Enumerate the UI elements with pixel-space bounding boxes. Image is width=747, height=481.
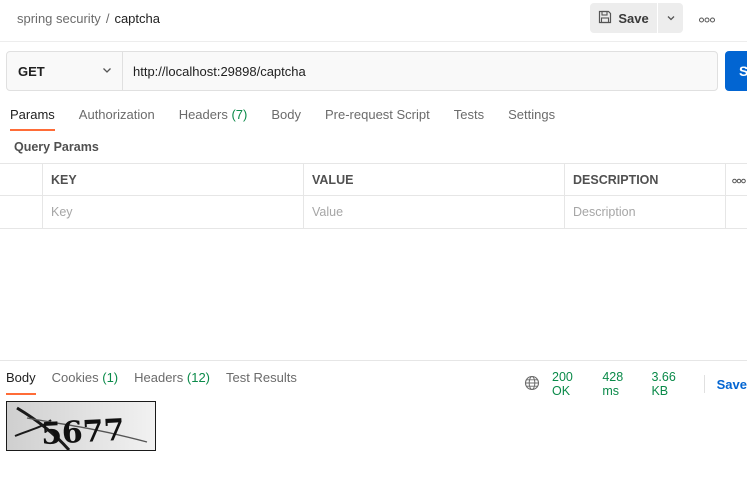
request-tabs: Params Authorization Headers (7) Body Pr… xyxy=(10,107,555,131)
response-tabs: Body Cookies (1) Headers (12) Test Resul… xyxy=(6,370,297,395)
top-bar: spring security / captcha Save xyxy=(0,0,747,42)
status-code[interactable]: 200 OK xyxy=(552,370,590,398)
query-params-title: Query Params xyxy=(14,140,99,154)
breadcrumb-separator: / xyxy=(105,11,110,26)
chevron-down-icon xyxy=(666,11,676,26)
url-input[interactable]: http://localhost:29898/captcha xyxy=(123,52,717,90)
column-options-button[interactable] xyxy=(726,164,747,195)
response-bar: Body Cookies (1) Headers (12) Test Resul… xyxy=(0,360,747,398)
headers-count: (7) xyxy=(231,107,248,122)
method-label: GET xyxy=(18,63,45,79)
save-response-button[interactable]: Save xyxy=(717,377,747,392)
chevron-down-icon xyxy=(101,64,113,79)
more-options-button[interactable] xyxy=(697,10,717,26)
captcha-image: 5677 xyxy=(6,401,156,451)
tab-params[interactable]: Params xyxy=(10,107,55,131)
row-spacer xyxy=(726,196,747,228)
column-header-key: KEY xyxy=(43,164,304,195)
tab-settings[interactable]: Settings xyxy=(508,107,555,131)
tab-tests[interactable]: Tests xyxy=(454,107,484,131)
tab-authorization[interactable]: Authorization xyxy=(79,107,155,131)
send-button[interactable]: S xyxy=(725,51,747,91)
description-input[interactable]: Description xyxy=(565,196,726,228)
response-tab-headers[interactable]: Headers (12) xyxy=(134,370,210,395)
table-row: Key Value Description xyxy=(0,196,747,229)
cookies-count: (1) xyxy=(102,370,119,385)
save-label: Save xyxy=(618,10,649,26)
response-tab-body[interactable]: Body xyxy=(6,370,36,395)
breadcrumb: spring security / captcha xyxy=(17,11,160,26)
response-time[interactable]: 428 ms xyxy=(602,370,639,398)
save-options-button[interactable] xyxy=(658,3,683,33)
column-header-value: VALUE xyxy=(304,164,565,195)
globe-icon[interactable] xyxy=(524,375,540,394)
save-icon xyxy=(598,10,612,27)
column-header-description: DESCRIPTION xyxy=(565,164,726,195)
save-button[interactable]: Save xyxy=(590,3,657,33)
key-input[interactable]: Key xyxy=(43,196,304,228)
request-url-bar: GET http://localhost:29898/captcha xyxy=(6,51,718,91)
captcha-text: 5677 xyxy=(40,413,125,451)
response-meta: 200 OK 428 ms 3.66 KB Save xyxy=(524,370,747,398)
response-headers-count: (12) xyxy=(186,370,211,385)
method-select[interactable]: GET xyxy=(7,52,123,90)
response-tab-test-results[interactable]: Test Results xyxy=(226,370,297,395)
save-group: Save xyxy=(590,3,683,33)
more-icon xyxy=(732,173,746,187)
tab-headers[interactable]: Headers (7) xyxy=(179,107,248,131)
divider xyxy=(703,375,705,393)
tab-pre-request-script[interactable]: Pre-request Script xyxy=(325,107,430,131)
value-input[interactable]: Value xyxy=(304,196,565,228)
query-params-table: KEY VALUE DESCRIPTION Key Value Descript… xyxy=(0,163,747,229)
checkbox-column-header xyxy=(0,164,43,195)
breadcrumb-collection[interactable]: spring security xyxy=(17,11,101,26)
row-checkbox-cell xyxy=(0,196,43,228)
response-size[interactable]: 3.66 KB xyxy=(651,370,691,398)
more-icon xyxy=(699,11,715,26)
response-tab-cookies[interactable]: Cookies (1) xyxy=(52,370,118,395)
tab-body[interactable]: Body xyxy=(271,107,301,131)
table-header-row: KEY VALUE DESCRIPTION xyxy=(0,163,747,196)
breadcrumb-request-name[interactable]: captcha xyxy=(114,11,160,26)
